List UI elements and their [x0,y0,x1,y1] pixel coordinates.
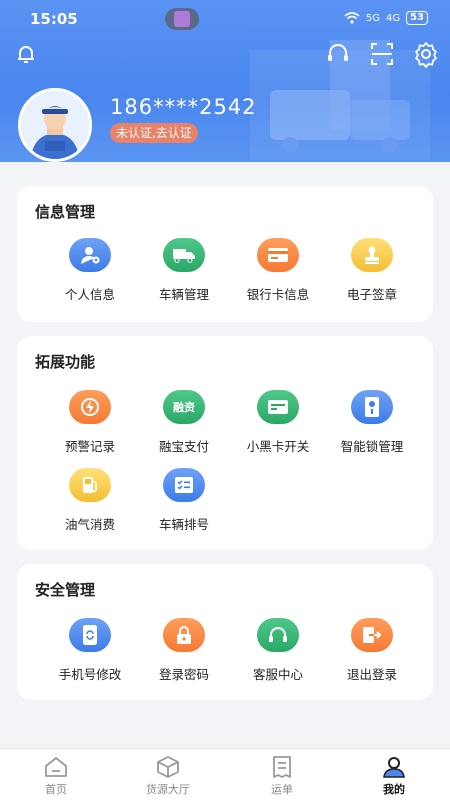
logout-icon [351,618,393,652]
tab-home[interactable]: 首页 [0,755,112,797]
tab-label: 首页 [45,783,67,796]
grid-item-logout[interactable]: 退出登录 [325,618,419,683]
card-toggle-icon [257,390,299,424]
headset-support-icon[interactable] [324,40,352,68]
pay-icon: 融资 [163,390,205,424]
grid-item-login-password[interactable]: 登录密码 [137,618,231,683]
battery-icon: 53 [406,11,428,25]
pay-icon-text: 融资 [173,401,195,414]
grid-item-vehicle-management[interactable]: 车辆管理 [137,238,231,303]
section-security-management: 安全管理 手机号修改 登录密码 客服中心 退出登录 [17,564,433,700]
grid-label: 手机号修改 [58,667,122,682]
home-icon [45,757,67,777]
status-bar: 15:05 5G 4G 53 [0,0,450,36]
bank-card-icon [257,238,299,272]
tab-mine[interactable]: 我的 [338,755,450,797]
grid-item-e-signature[interactable]: 电子签章 [325,238,419,303]
status-indicators: 5G 4G 53 [344,11,428,25]
section-title: 安全管理 [35,581,96,599]
phone-edit-icon [69,618,111,652]
stamp-icon [351,238,393,272]
grid-item-alert-records[interactable]: 预警记录 [43,390,137,455]
grid-label: 油气消费 [64,517,115,532]
tab-label: 我的 [383,783,405,796]
grid-label: 退出登录 [346,667,397,682]
tab-label: 货源大厅 [146,783,190,796]
signal-5g-icon: 5G [365,12,380,24]
grid-item-black-card-toggle[interactable]: 小黑卡开关 [231,390,325,455]
fuel-icon [69,468,111,502]
bell-icon[interactable] [12,40,40,68]
grid-label: 车辆排号 [158,517,209,532]
settings-gear-icon[interactable] [412,40,440,68]
alert-bolt-icon [69,390,111,424]
smart-lock-icon [351,390,393,424]
avatar[interactable] [18,88,92,162]
grid-label: 客服中心 [252,667,303,682]
status-time: 15:05 [30,10,78,28]
grid-item-fuel-consumption[interactable]: 油气消费 [43,468,137,533]
section-extended-features: 拓展功能 预警记录 融资 融宝支付 小黑卡开关 智能锁管理 油气消费 车辆排号 [17,336,433,550]
grid-item-phone-change[interactable]: 手机号修改 [43,618,137,683]
bottom-tab-bar: 首页 货源大厅 运单 我的 [0,748,450,800]
profile-header: 15:05 5G 4G 53 186****2542 未认证,去认证 [0,0,450,162]
grid-item-vehicle-queue[interactable]: 车辆排号 [137,468,231,533]
section-title: 信息管理 [35,203,96,221]
tab-cargo-hall[interactable]: 货源大厅 [112,755,224,797]
grid-label: 融宝支付 [158,439,209,454]
queue-list-icon [163,468,205,502]
signal-4g-icon: 4G [385,12,401,24]
driver-avatar-icon [21,91,89,159]
grid-item-rongbao-pay[interactable]: 融资 融宝支付 [137,390,231,455]
section-title: 拓展功能 [35,353,96,371]
tab-label: 运单 [271,783,293,796]
phone-number: 186****2542 [110,95,257,119]
grid-label: 个人信息 [64,287,115,302]
grid-item-smart-lock[interactable]: 智能锁管理 [325,390,419,455]
grid-item-bank-card[interactable]: 银行卡信息 [231,238,325,303]
status-app-indicator [165,8,199,30]
grid-label: 小黑卡开关 [246,439,310,454]
user-icon [383,757,405,778]
grid-label: 预警记录 [64,439,115,454]
grid-label: 电子签章 [346,287,397,302]
tab-waybill[interactable]: 运单 [226,755,338,797]
auth-status-badge[interactable]: 未认证,去认证 [110,123,198,143]
truck-icon [163,238,205,272]
grid-label: 车辆管理 [158,287,209,302]
grid-item-personal-info[interactable]: 个人信息 [43,238,137,303]
grid-item-customer-service[interactable]: 客服中心 [231,618,325,683]
headset-icon [257,618,299,652]
box-icon [157,756,179,778]
grid-label: 银行卡信息 [246,287,310,302]
grid-label: 登录密码 [158,667,209,682]
person-gear-icon [69,238,111,272]
section-info-management: 信息管理 个人信息 车辆管理 银行卡信息 电子签章 [17,186,433,322]
receipt-icon [273,756,291,778]
scan-icon[interactable] [368,40,396,68]
lock-icon [163,618,205,652]
grid-label: 智能锁管理 [340,439,404,454]
wifi-icon [344,12,360,24]
